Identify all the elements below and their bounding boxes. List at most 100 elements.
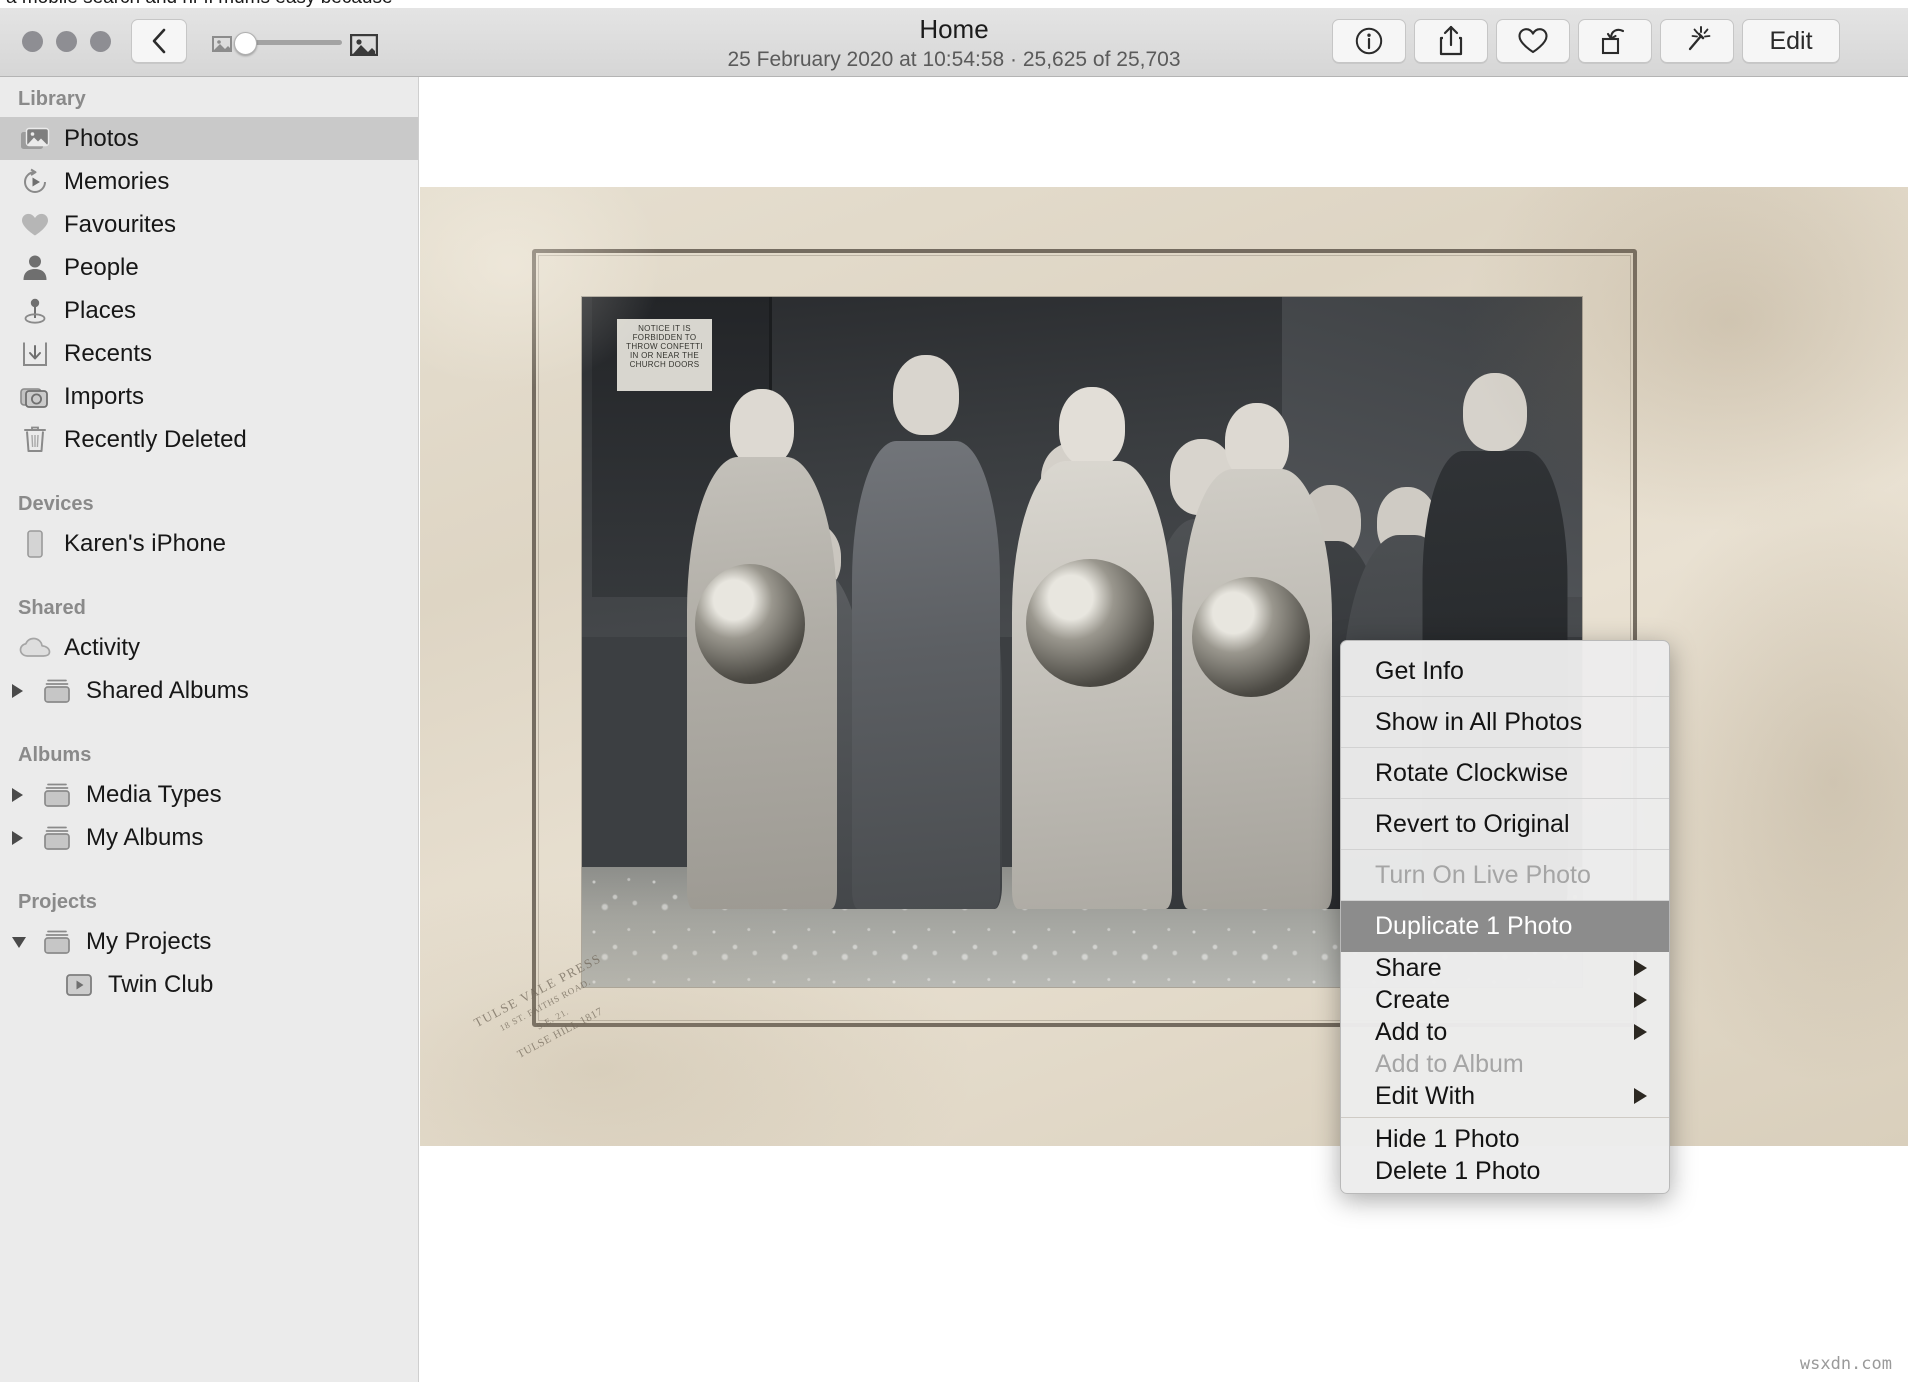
heart-outline-icon bbox=[1517, 27, 1549, 55]
menu-item-share[interactable]: Share bbox=[1341, 952, 1669, 984]
sidebar-item-label: Recents bbox=[64, 340, 152, 368]
sidebar-item-label: Recently Deleted bbox=[64, 426, 247, 454]
menu-item-revert-to-original[interactable]: Revert to Original bbox=[1341, 799, 1669, 850]
minimize-window-button[interactable] bbox=[56, 31, 77, 52]
menu-item-rotate-clockwise[interactable]: Rotate Clockwise bbox=[1341, 748, 1669, 799]
sidebar-item-label: Imports bbox=[64, 383, 144, 411]
menu-item-label: Add to Album bbox=[1375, 1050, 1524, 1079]
site-watermark: wsxdn.com bbox=[1800, 1354, 1892, 1374]
sidebar-item-label: People bbox=[64, 254, 139, 282]
photo-notice-sign: NOTICE IT IS FORBIDDEN TO THROW CONFETTI… bbox=[617, 319, 712, 391]
zoom-slider-track[interactable] bbox=[242, 40, 342, 45]
share-button[interactable] bbox=[1414, 19, 1488, 63]
menu-item-label: Delete 1 Photo bbox=[1375, 1157, 1540, 1186]
menu-item-label: Share bbox=[1375, 954, 1442, 983]
submenu-arrow-icon bbox=[1634, 992, 1647, 1008]
library-sidebar[interactable]: Library Photos Memories bbox=[0, 77, 419, 1382]
share-up-arrow-icon bbox=[1438, 25, 1464, 57]
back-button[interactable] bbox=[131, 19, 187, 63]
menu-item-show-in-all-photos[interactable]: Show in All Photos bbox=[1341, 697, 1669, 748]
zoom-slider-knob[interactable] bbox=[234, 32, 257, 55]
download-tray-icon bbox=[18, 340, 52, 368]
menu-item-create[interactable]: Create bbox=[1341, 984, 1669, 1016]
submenu-arrow-icon bbox=[1634, 960, 1647, 976]
sidebar-item-recently-deleted[interactable]: Recently Deleted bbox=[0, 418, 418, 461]
photo-context-menu[interactable]: Get Info Show in All Photos Rotate Clock… bbox=[1340, 640, 1670, 1194]
rotate-counterclockwise-icon bbox=[1599, 26, 1631, 56]
person-icon bbox=[18, 254, 52, 282]
photo-bouquet bbox=[1192, 577, 1310, 697]
sidebar-item-label: Photos bbox=[64, 125, 139, 153]
sidebar-item-people[interactable]: People bbox=[0, 246, 418, 289]
sidebar-item-photos[interactable]: Photos bbox=[0, 117, 418, 160]
heart-filled-icon bbox=[18, 211, 52, 239]
chevron-left-icon bbox=[149, 27, 169, 55]
sidebar-spacer bbox=[0, 712, 418, 733]
window-toolbar: Home 25 February 2020 at 10:54:58 · 25,6… bbox=[0, 8, 1908, 77]
sidebar-item-my-albums[interactable]: My Albums bbox=[0, 816, 418, 859]
sidebar-item-recents[interactable]: Recents bbox=[0, 332, 418, 375]
submenu-arrow-icon bbox=[1634, 1088, 1647, 1104]
sidebar-item-label: My Albums bbox=[86, 824, 203, 852]
photo-bridesmaid bbox=[1182, 399, 1332, 909]
photo-bride-left bbox=[687, 389, 837, 909]
magic-wand-icon bbox=[1681, 25, 1713, 57]
sidebar-item-karens-iphone[interactable]: Karen's iPhone bbox=[0, 522, 418, 565]
sidebar-section-header-devices: Devices bbox=[0, 482, 418, 522]
sidebar-item-label: Places bbox=[64, 297, 136, 325]
disclosure-triangle-expanded-icon[interactable] bbox=[12, 937, 26, 948]
photo-groom bbox=[852, 369, 1000, 909]
iphone-icon bbox=[18, 530, 52, 558]
sidebar-item-label: Media Types bbox=[86, 781, 222, 809]
photo-bride-centre bbox=[1012, 389, 1172, 909]
disclosure-triangle-collapsed-icon[interactable] bbox=[12, 788, 23, 802]
sidebar-item-places[interactable]: Places bbox=[0, 289, 418, 332]
disclosure-triangle-collapsed-icon[interactable] bbox=[12, 831, 23, 845]
menu-item-duplicate-1-photo[interactable]: Duplicate 1 Photo bbox=[1341, 901, 1669, 952]
sidebar-item-shared-albums[interactable]: Shared Albums bbox=[0, 669, 418, 712]
album-folder-icon bbox=[40, 928, 74, 956]
menu-item-turn-on-live-photo: Turn On Live Photo bbox=[1341, 850, 1669, 901]
menu-item-add-to[interactable]: Add to bbox=[1341, 1016, 1669, 1048]
sidebar-item-twin-club[interactable]: Twin Club bbox=[0, 963, 418, 1006]
edit-button[interactable]: Edit bbox=[1742, 19, 1840, 63]
photo-bouquet bbox=[695, 564, 805, 684]
menu-item-edit-with[interactable]: Edit With bbox=[1341, 1080, 1669, 1112]
edit-button-label: Edit bbox=[1769, 27, 1812, 56]
submenu-arrow-icon bbox=[1634, 1024, 1647, 1040]
zoom-window-button[interactable] bbox=[90, 31, 111, 52]
sidebar-item-favourites[interactable]: Favourites bbox=[0, 203, 418, 246]
menu-item-label: Duplicate 1 Photo bbox=[1375, 912, 1572, 941]
menu-separator bbox=[1341, 1117, 1669, 1118]
sidebar-item-my-projects[interactable]: My Projects bbox=[0, 920, 418, 963]
menu-item-get-info[interactable]: Get Info bbox=[1341, 646, 1669, 697]
sidebar-spacer bbox=[0, 461, 418, 482]
sidebar-item-label: Shared Albums bbox=[86, 677, 249, 705]
rotate-button[interactable] bbox=[1578, 19, 1652, 63]
menu-item-label: Add to bbox=[1375, 1018, 1447, 1047]
favourite-button[interactable] bbox=[1496, 19, 1570, 63]
photo-canvas[interactable]: NOTICE IT IS FORBIDDEN TO THROW CONFETTI… bbox=[420, 187, 1908, 1146]
disclosure-triangle-collapsed-icon[interactable] bbox=[12, 684, 23, 698]
auto-enhance-button[interactable] bbox=[1660, 19, 1734, 63]
menu-item-label: Rotate Clockwise bbox=[1375, 759, 1568, 788]
menu-item-label: Turn On Live Photo bbox=[1375, 861, 1591, 890]
info-button[interactable] bbox=[1332, 19, 1406, 63]
sidebar-section-header-shared: Shared bbox=[0, 586, 418, 626]
album-folder-icon bbox=[40, 781, 74, 809]
large-thumbnail-icon bbox=[350, 34, 378, 61]
sidebar-item-imports[interactable]: Imports bbox=[0, 375, 418, 418]
menu-item-label: Edit With bbox=[1375, 1082, 1475, 1111]
close-window-button[interactable] bbox=[22, 31, 43, 52]
thumbnail-zoom-slider[interactable] bbox=[202, 30, 382, 54]
sidebar-item-activity[interactable]: Activity bbox=[0, 626, 418, 669]
menu-item-hide-1-photo[interactable]: Hide 1 Photo bbox=[1341, 1123, 1669, 1155]
menu-item-delete-1-photo[interactable]: Delete 1 Photo bbox=[1341, 1155, 1669, 1187]
map-pin-icon bbox=[18, 297, 52, 325]
menu-item-label: Get Info bbox=[1375, 657, 1464, 686]
sidebar-item-memories[interactable]: Memories bbox=[0, 160, 418, 203]
photos-app-window: Home 25 February 2020 at 10:54:58 · 25,6… bbox=[0, 8, 1908, 1382]
trash-icon bbox=[18, 426, 52, 454]
sidebar-item-media-types[interactable]: Media Types bbox=[0, 773, 418, 816]
sidebar-spacer bbox=[0, 859, 418, 880]
